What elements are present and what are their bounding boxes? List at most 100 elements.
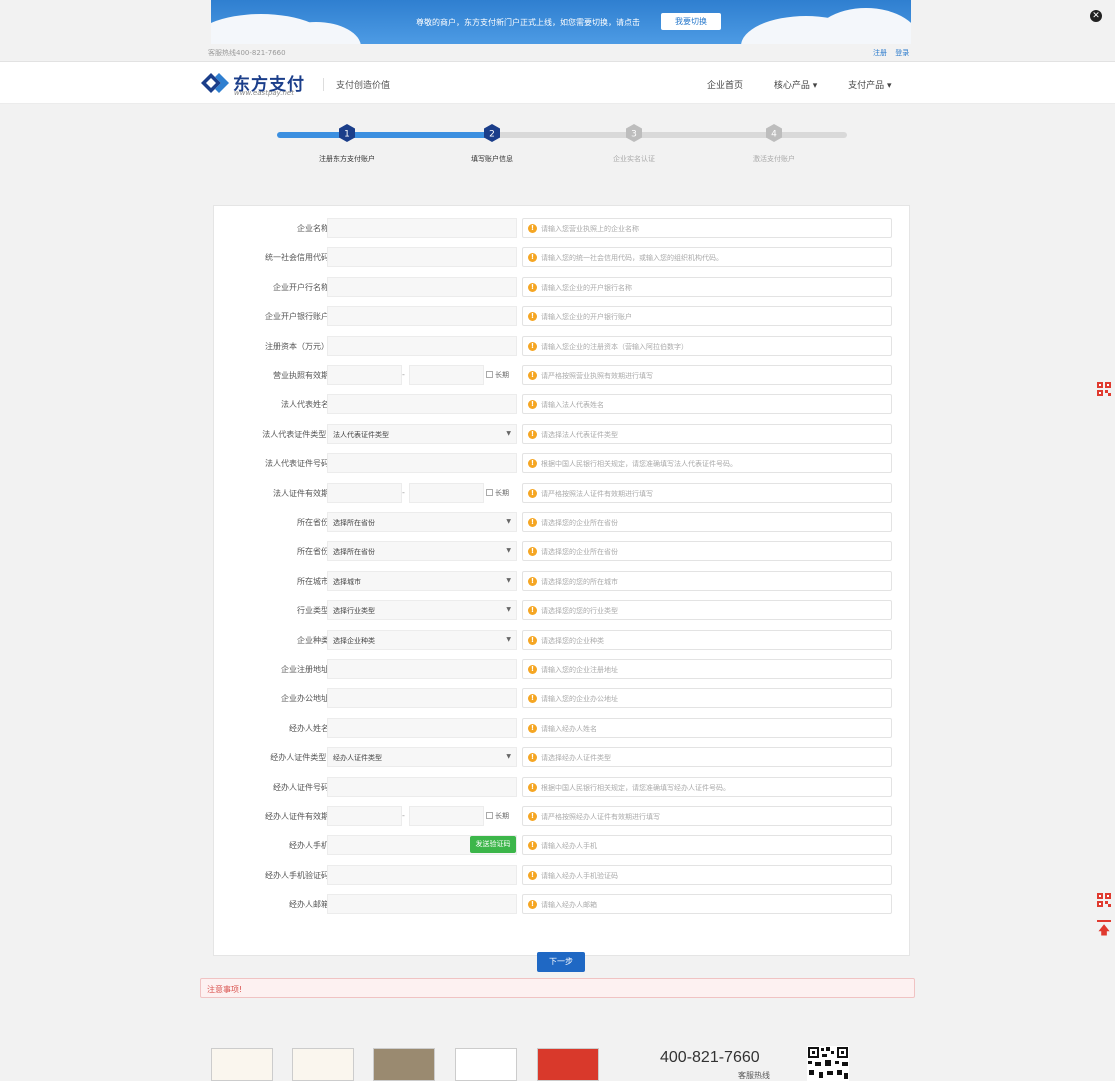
warning-icon: ! — [528, 430, 537, 439]
select-dropdown[interactable]: 选择所在省份 ▼ — [327, 541, 517, 561]
main-nav: 企业首页 核心产品 ▾ 支付产品 ▾ — [707, 78, 920, 91]
hint-caret — [523, 693, 528, 704]
text-input[interactable] — [327, 718, 517, 738]
select-dropdown[interactable]: 选择企业种类 ▼ — [327, 630, 517, 650]
hint-caret — [523, 223, 528, 234]
select-dropdown[interactable]: 选择所在省份 ▼ — [327, 512, 517, 532]
form-row: 营业执照有效期 - 长期! 请严格按照营业执照有效期进行填写 — [214, 365, 911, 386]
hint-caret — [523, 752, 528, 763]
send-code-button[interactable]: 发送验证码 — [470, 836, 516, 853]
logo[interactable]: 东方支付 www.eastpay.net — [200, 70, 310, 98]
track-done — [277, 132, 492, 138]
field-label: 企业开户银行账户 — [265, 312, 329, 321]
warning-icon: ! — [528, 606, 537, 615]
select-dropdown[interactable]: 法人代表证件类型 ▼ — [327, 424, 517, 444]
field-label: 企业开户行名称 — [273, 283, 329, 292]
close-icon[interactable]: ✕ — [1090, 10, 1102, 22]
text-input[interactable] — [327, 865, 517, 885]
progress-steps: 1 2 3 4 注册东方支付账户 填写账户信息 企业实名认证 激活支付账户 — [277, 124, 847, 174]
long-term-checkbox[interactable]: 长期 — [486, 488, 509, 498]
text-input[interactable] — [327, 394, 517, 414]
start-date-input[interactable] — [327, 365, 402, 385]
warning-icon: ! — [528, 224, 537, 233]
footer-phone: 400-821-7660 — [660, 1049, 760, 1066]
checkbox-icon — [486, 371, 493, 378]
field-label: 法人证件有效期 — [273, 489, 329, 498]
field-hint: ! 请输入经办人手机 — [522, 835, 892, 855]
select-dropdown[interactable]: 选择行业类型 ▼ — [327, 600, 517, 620]
notice-text: 注意事项! — [207, 985, 243, 994]
text-input[interactable] — [327, 277, 517, 297]
text-input[interactable] — [327, 688, 517, 708]
step-2-label: 填写账户信息 — [471, 155, 513, 163]
form-row: 经办人手机 发送验证码! 请输入经办人手机 — [214, 835, 911, 856]
field-hint: ! 请输入您的企业办公地址 — [522, 688, 892, 708]
field-hint: ! 请输入您企业的开户银行账户 — [522, 306, 892, 326]
nav-payment-products[interactable]: 支付产品 ▾ — [848, 81, 891, 91]
end-date-input[interactable] — [409, 806, 484, 826]
select-dropdown[interactable]: 选择城市 ▼ — [327, 571, 517, 591]
hint-text: 请输入您企业的注册资本（营输入阿拉伯数字） — [541, 343, 688, 351]
select-value: 选择行业类型 — [333, 607, 375, 615]
auth-links: 注册 登录 — [873, 48, 915, 58]
hint-text: 请选择您的您的行业类型 — [541, 607, 618, 615]
warning-icon: ! — [528, 342, 537, 351]
nav-core-products[interactable]: 核心产品 ▾ — [774, 81, 817, 91]
hint-text: 请选择您的企业所在省份 — [541, 548, 618, 556]
form-row: 经办人手机验证码! 请输入经办人手机验证码 — [214, 865, 911, 886]
register-link[interactable]: 注册 — [873, 49, 887, 57]
field-hint: ! 请输入您企业的注册资本（营输入阿拉伯数字） — [522, 336, 892, 356]
form-row: 企业注册地址! 请输入您的企业注册地址 — [214, 659, 911, 680]
hint-caret — [523, 311, 528, 322]
warning-icon: ! — [528, 547, 537, 556]
start-date-input[interactable] — [327, 806, 402, 826]
field-hint: ! 根据中国人民银行相关规定，请您准确填写法人代表证件号码。 — [522, 453, 892, 473]
hint-caret — [523, 488, 528, 499]
text-input[interactable] — [327, 777, 517, 797]
range-dash: - — [402, 488, 405, 497]
form-row: 企业开户行名称! 请输入您企业的开户银行名称 — [214, 277, 911, 298]
side-qr-icon[interactable] — [1097, 382, 1111, 396]
hint-caret — [523, 458, 528, 469]
field-label: 所在城市 — [297, 577, 329, 586]
end-date-input[interactable] — [409, 365, 484, 385]
side-qr-icon-2[interactable] — [1097, 893, 1111, 907]
login-link[interactable]: 登录 — [895, 49, 909, 57]
end-date-input[interactable] — [409, 483, 484, 503]
field-label: 法人代表证件类型: — [262, 430, 329, 439]
field-label: 经办人证件类型: — [270, 753, 329, 762]
hint-text: 请选择您的企业所在省份 — [541, 519, 618, 527]
long-term-label: 长期 — [495, 371, 509, 379]
text-input[interactable] — [327, 453, 517, 473]
text-input[interactable] — [327, 336, 517, 356]
start-date-input[interactable] — [327, 483, 402, 503]
logo-text-en: www.eastpay.net — [234, 89, 294, 97]
field-label: 经办人手机验证码 — [265, 871, 329, 880]
form-row: 企业开户银行账户 ! 请输入您企业的开户银行账户 — [214, 306, 911, 327]
field-hint: ! 请输入您的统一社会信用代码，或输入您的组织机构代码。 — [522, 247, 892, 267]
text-input[interactable] — [327, 247, 517, 267]
warning-icon: ! — [528, 724, 537, 733]
long-term-checkbox[interactable]: 长期 — [486, 811, 509, 821]
hint-caret — [523, 870, 528, 881]
step-1-icon: 1 — [339, 124, 355, 142]
long-term-checkbox[interactable]: 长期 — [486, 370, 509, 380]
next-step-button[interactable]: 下一步 — [537, 952, 585, 972]
text-input[interactable] — [327, 659, 517, 679]
warning-icon: ! — [528, 400, 537, 409]
nav-home[interactable]: 企业首页 — [707, 81, 743, 91]
switch-portal-button[interactable]: 我要切换 — [661, 13, 721, 30]
chevron-down-icon: ▼ — [506, 547, 511, 554]
field-label: 营业执照有效期 — [273, 371, 329, 380]
field-hint: ! 根据中国人民银行相关规定，请您准确填写经办人证件号码。 — [522, 777, 892, 797]
field-hint: ! 请选择您的企业所在省份 — [522, 512, 892, 532]
select-value: 选择所在省份 — [333, 519, 375, 527]
text-input[interactable] — [327, 306, 517, 326]
select-dropdown[interactable]: 经办人证件类型 ▼ — [327, 747, 517, 767]
form-row: 经办人邮箱! 请输入经办人邮箱 — [214, 894, 911, 915]
back-to-top-icon[interactable]: 🡅 — [1097, 920, 1111, 937]
text-input[interactable] — [327, 894, 517, 914]
hint-caret — [523, 899, 528, 910]
text-input[interactable] — [327, 218, 517, 238]
hint-text: 请输入您的企业办公地址 — [541, 695, 618, 703]
